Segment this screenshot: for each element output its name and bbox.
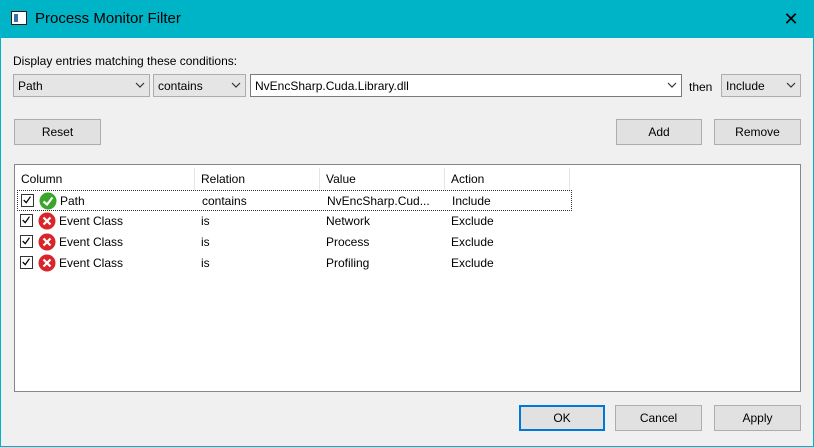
enable-checkbox[interactable] [20, 235, 33, 248]
checkmark-icon [22, 237, 30, 245]
row-action: Exclude [451, 235, 494, 249]
app-icon [11, 11, 27, 25]
enable-checkbox[interactable] [21, 194, 34, 207]
window-title: Process Monitor Filter [35, 10, 181, 27]
then-label: then [689, 80, 713, 94]
ok-button[interactable]: OK [519, 405, 605, 431]
exclude-icon [38, 233, 56, 251]
include-icon [39, 192, 57, 210]
chevron-down-icon [231, 82, 241, 88]
cancel-button[interactable]: Cancel [615, 405, 702, 431]
column-select-value: Path [18, 79, 43, 93]
row-column: Event Class [59, 214, 124, 228]
row-column: Path [60, 194, 85, 208]
action-select[interactable]: Include [721, 74, 801, 97]
reset-button[interactable]: Reset [14, 119, 101, 145]
remove-button[interactable]: Remove [714, 119, 801, 145]
chevron-down-icon [786, 82, 796, 88]
row-column: Event Class [59, 256, 124, 270]
enable-checkbox[interactable] [20, 214, 33, 227]
relation-select[interactable]: contains [153, 74, 246, 97]
row-action: Include [452, 194, 491, 208]
column-header-relation[interactable]: Relation [195, 168, 320, 190]
column-select[interactable]: Path [13, 74, 150, 97]
table-row[interactable]: Event Class is Process Exclude [17, 232, 572, 253]
exclude-icon [38, 212, 56, 230]
conditions-prompt: Display entries matching these condition… [13, 54, 238, 68]
checkmark-icon [22, 258, 30, 266]
add-button[interactable]: Add [616, 119, 702, 145]
title-bar: Process Monitor Filter ✕ [0, 0, 814, 38]
relation-select-value: contains [158, 79, 203, 93]
chevron-down-icon [135, 82, 145, 88]
value-input[interactable]: NvEncSharp.Cuda.Library.dll [250, 74, 682, 97]
chevron-down-icon [667, 82, 677, 88]
row-value: Process [326, 235, 370, 249]
row-relation: is [201, 214, 210, 228]
table-row[interactable]: Path contains NvEncSharp.Cud... Include [17, 190, 572, 211]
enable-checkbox[interactable] [20, 256, 33, 269]
row-relation: is [201, 256, 210, 270]
row-action: Exclude [451, 214, 494, 228]
apply-button[interactable]: Apply [714, 405, 801, 431]
close-icon[interactable]: ✕ [768, 0, 814, 38]
column-header-value[interactable]: Value [320, 168, 445, 190]
column-header-column[interactable]: Column [15, 168, 195, 190]
exclude-icon [38, 254, 56, 272]
action-select-value: Include [726, 79, 765, 93]
filter-list[interactable]: Column Relation Value Action Path contai… [14, 164, 801, 392]
row-value: Profiling [326, 256, 370, 270]
value-input-text: NvEncSharp.Cuda.Library.dll [255, 79, 409, 93]
table-row[interactable]: Event Class is Network Exclude [17, 211, 572, 232]
row-relation: is [201, 235, 210, 249]
table-row[interactable]: Event Class is Profiling Exclude [17, 253, 572, 274]
row-action: Exclude [451, 256, 494, 270]
checkmark-icon [23, 196, 31, 204]
checkmark-icon [22, 216, 30, 224]
column-header-action[interactable]: Action [445, 168, 570, 190]
row-value: Network [326, 214, 371, 228]
row-value: NvEncSharp.Cud... [327, 194, 430, 208]
row-column: Event Class [59, 235, 124, 249]
row-relation: contains [202, 194, 247, 208]
